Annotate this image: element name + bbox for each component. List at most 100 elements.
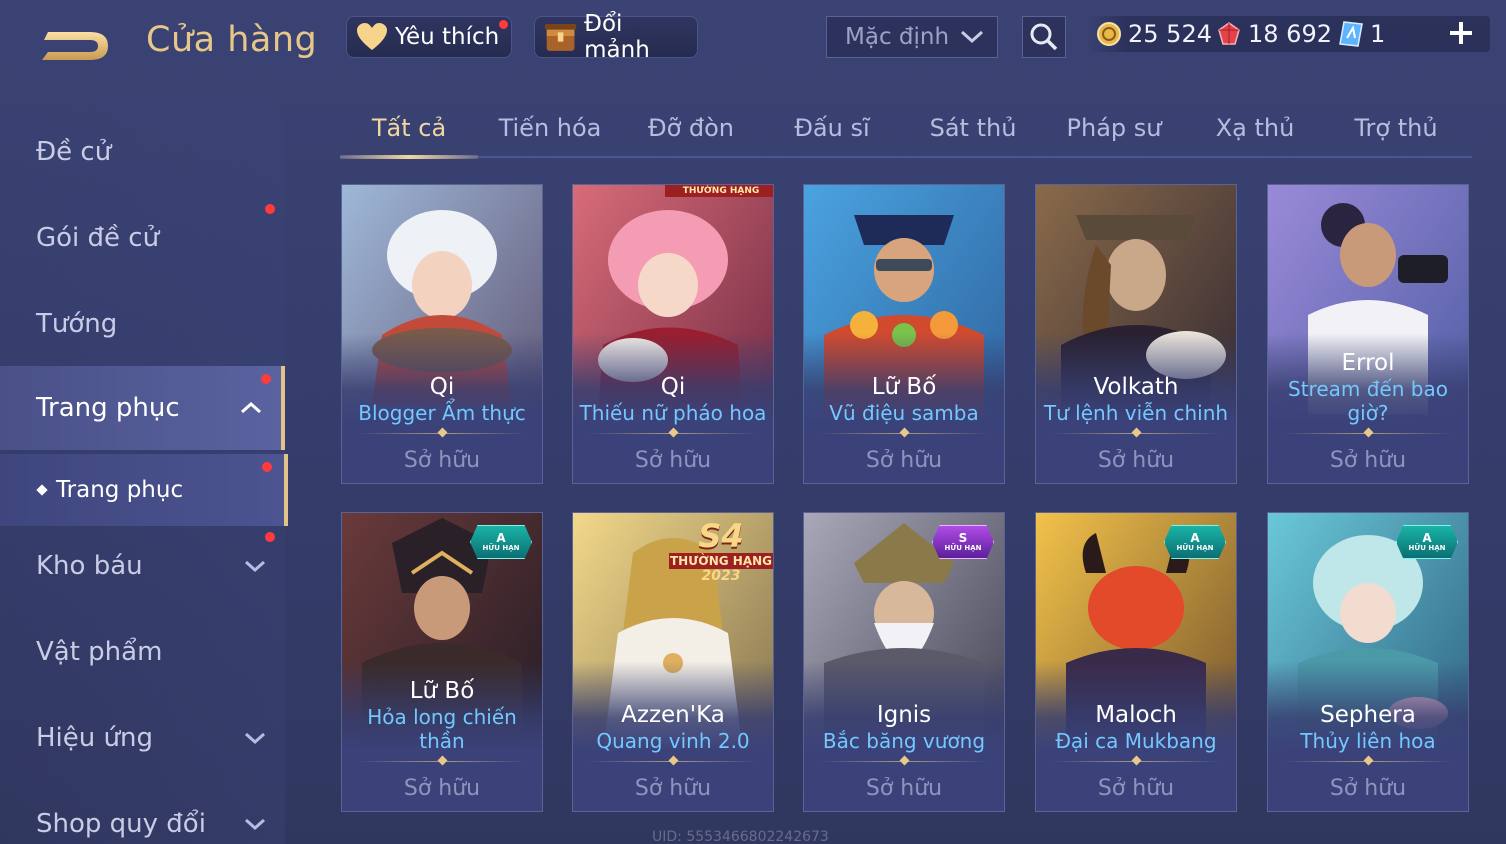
sidebar-item-skins[interactable]: Trang phục (0, 366, 285, 450)
tab-marksman[interactable]: Xạ thủ (1186, 100, 1324, 156)
divider (1052, 755, 1220, 769)
skin-card[interactable]: Lữ Bố Vũ điệu samba Sở hữu (803, 184, 1005, 484)
skin-card-info: Qi Thiếu nữ pháo hoa Sở hữu (573, 373, 773, 483)
tab-mage[interactable]: Pháp sư (1045, 100, 1183, 156)
skin-card[interactable]: A HỮU HẠN Sephera Thủy liên hoa Sở hữu (1267, 512, 1469, 812)
sidebar-subitem-skins[interactable]: Trang phục (0, 454, 288, 526)
skin-card-info: Ignis Bắc băng vương Sở hữu (804, 701, 1004, 811)
tab-fighter[interactable]: Đấu sĩ (763, 100, 901, 156)
skin-name: Đại ca Mukbang (1055, 729, 1217, 753)
sort-dropdown[interactable]: Mặc định (826, 16, 998, 58)
skin-name: Tư lệnh viễn chinh (1043, 401, 1229, 425)
top-up-button[interactable] (1446, 18, 1476, 48)
sidebar-item-label: Gói đề cử (36, 223, 160, 253)
skin-card-info: Azzen'Ka Quang vinh 2.0 Sở hữu (573, 701, 773, 811)
page-title: Cửa hàng (146, 20, 318, 60)
sidebar-subitem-label: Trang phục (56, 477, 184, 503)
ownership-status: Sở hữu (1329, 776, 1407, 801)
ownership-status: Sở hữu (634, 448, 712, 473)
sidebar-item-label: Shop quy đổi (36, 809, 206, 839)
sidebar-item-items[interactable]: Vật phẩm (0, 610, 285, 694)
tab-label: Tiến hóa (498, 114, 602, 142)
skin-name: Quang vinh 2.0 (596, 729, 750, 753)
badge-text: HỮU HẠN (944, 543, 982, 552)
grade-badge: A HỮU HẠN (1396, 525, 1458, 559)
user-id-watermark: UID: 5553466802242673 (652, 829, 829, 844)
sidebar-item-exchange-shop[interactable]: Shop quy đổi (0, 782, 285, 844)
search-icon (1030, 23, 1058, 51)
grade-badge: A HỮU HẠN (1164, 525, 1226, 559)
notification-dot (261, 374, 271, 384)
tab-assassin[interactable]: Sát thủ (904, 100, 1042, 156)
skin-card[interactable]: Qi Blogger Ẩm thực Sở hữu (341, 184, 543, 484)
grade-badge: A HỮU HẠN (470, 525, 532, 559)
bullet-icon (36, 484, 48, 496)
favorite-label: Yêu thích (395, 24, 500, 50)
sidebar-item-recommended-bundles[interactable]: Gói đề cử (0, 196, 285, 280)
rank-year: 2023 (701, 568, 741, 584)
voucher-balance: 1 (1338, 16, 1385, 52)
fragment-exchange-button[interactable]: Đổi mảnh (534, 11, 698, 63)
tab-label: Đỡ đòn (647, 114, 735, 142)
badge-grade: S (958, 530, 968, 545)
notification-dot (499, 20, 508, 29)
hero-name: Ignis (876, 702, 932, 728)
gold-coin-icon (1097, 22, 1121, 46)
ruby-balance: 18 692 (1216, 16, 1332, 52)
tab-support[interactable]: Trợ thủ (1327, 100, 1465, 156)
divider (1284, 755, 1452, 769)
sidebar: Đề cử Gói đề cử Tướng Trang phục Trang p… (0, 100, 290, 844)
divider (589, 755, 757, 769)
category-tabs: Tất cả Tiến hóa Đỡ đòn Đấu sĩ Sát thủ Ph… (340, 100, 1472, 159)
sidebar-item-recommended[interactable]: Đề cử (0, 110, 285, 194)
heart-icon (357, 23, 387, 50)
tab-all[interactable]: Tất cả (340, 100, 478, 159)
gold-amount: 25 524 (1128, 20, 1212, 48)
hero-name: Volkath (1093, 374, 1179, 400)
ownership-status: Sở hữu (865, 448, 943, 473)
tab-evolution[interactable]: Tiến hóa (481, 100, 619, 156)
badge-text: HỮU HẠN (1408, 543, 1446, 552)
skin-card[interactable]: THƯỜNG HẠNG Qi Thiếu nữ pháo hoa Sở hữu (572, 184, 774, 484)
badge-grade: A (1190, 530, 1200, 545)
badge-text: HỮU HẠN (1176, 543, 1214, 552)
skin-card[interactable]: A HỮU HẠN Lữ Bố Hỏa long chiến thần Sở h… (341, 512, 543, 812)
ownership-status: Sở hữu (403, 448, 481, 473)
hero-name: Maloch (1095, 702, 1177, 728)
back-arrow-icon (42, 32, 108, 60)
currency-bar: 25 524 18 692 1 (1086, 16, 1490, 52)
divider (358, 427, 526, 441)
badge-grade: A (496, 530, 506, 545)
sidebar-item-treasure[interactable]: Kho báu (0, 524, 285, 608)
sidebar-item-heroes[interactable]: Tướng (0, 282, 285, 366)
tab-tank[interactable]: Đỡ đòn (622, 100, 760, 156)
search-button[interactable] (1022, 16, 1066, 58)
skin-card[interactable]: Volkath Tư lệnh viễn chinh Sở hữu (1035, 184, 1237, 484)
grade-badge: S HỮU HẠN (932, 525, 994, 559)
ownership-status: Sở hữu (865, 776, 943, 801)
back-button[interactable] (34, 18, 116, 64)
skin-card[interactable]: S4 THƯỜNG HẠNG 2023 Azzen'Ka Quang vinh … (572, 512, 774, 812)
skin-card[interactable]: S HỮU HẠN Ignis Bắc băng vương Sở hữu (803, 512, 1005, 812)
sidebar-item-effects[interactable]: Hiệu ứng (0, 696, 285, 780)
skin-card[interactable]: A HỮU HẠN Maloch Đại ca Mukbang Sở hữu (1035, 512, 1237, 812)
divider (1284, 427, 1452, 441)
hero-name: Errol (1341, 350, 1395, 376)
badge-text: HỮU HẠN (482, 543, 520, 552)
skin-card[interactable]: Errol Stream đến bao giờ? Sở hữu (1267, 184, 1469, 484)
ruby-icon (1218, 22, 1240, 45)
ownership-status: Sở hữu (1097, 448, 1175, 473)
tab-label: Xạ thủ (1215, 114, 1295, 142)
skin-name: Blogger Ẩm thực (358, 401, 526, 425)
tab-label: Sát thủ (929, 114, 1017, 142)
sidebar-item-label: Đề cử (36, 137, 112, 167)
chevron-down-icon (245, 732, 265, 745)
gold-balance: 25 524 (1096, 16, 1212, 52)
chevron-down-icon (960, 30, 984, 44)
ruby-amount: 18 692 (1248, 20, 1332, 48)
skin-card-info: Qi Blogger Ẩm thực Sở hữu (342, 373, 542, 483)
favorite-button[interactable]: Yêu thích (346, 16, 512, 58)
tab-label: Trợ thủ (1354, 114, 1438, 142)
ownership-status: Sở hữu (1097, 776, 1175, 801)
tab-active-indicator (340, 155, 478, 159)
